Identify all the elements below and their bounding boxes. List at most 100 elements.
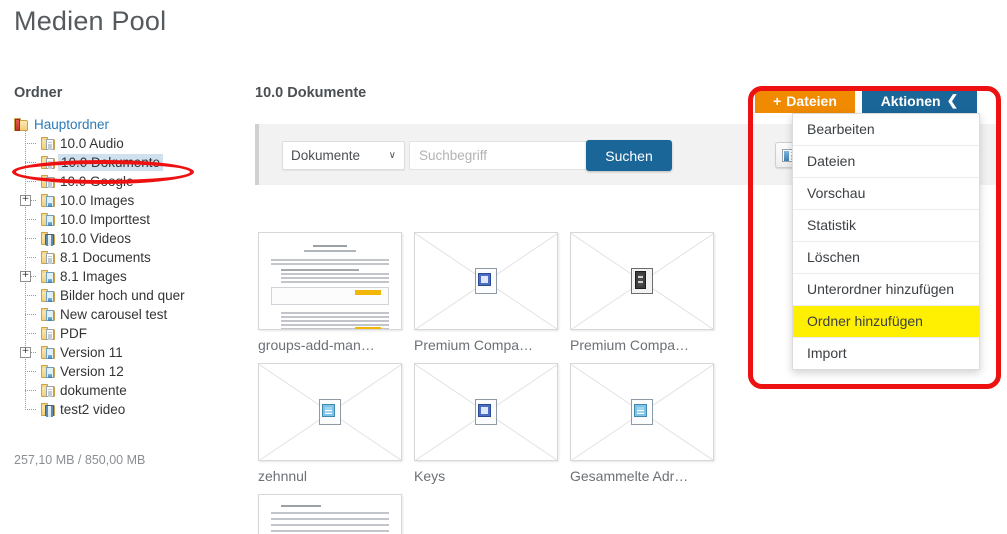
folder-image-icon	[41, 193, 56, 208]
tree-node-label: 8.1 Documents	[60, 250, 151, 265]
root-folder-icon	[14, 117, 29, 132]
tree-node-root[interactable]: Hauptordner	[14, 115, 249, 134]
tree-node-10-0-videos[interactable]: 10.0 Videos	[24, 229, 249, 248]
add-files-button[interactable]: + Dateien	[755, 88, 855, 113]
tree-node-10-0-images[interactable]: 10.0 Images	[20, 191, 249, 210]
menu-item-löschen[interactable]: Löschen	[793, 242, 979, 274]
tree-node-10-0-dokumente[interactable]: 10.0 Dokumente	[24, 153, 249, 172]
menu-item-vorschau[interactable]: Vorschau	[793, 178, 979, 210]
file-thumbnail[interactable]	[414, 363, 558, 461]
menu-item-ordner-hinzufügen[interactable]: Ordner hinzufügen	[793, 306, 979, 338]
file-tile[interactable]: zehnnul	[258, 363, 402, 484]
search-category-value: Dokumente	[291, 148, 361, 163]
tree-root-label: Hauptordner	[34, 117, 110, 132]
tree-node-8-1-documents[interactable]: 8.1 Documents	[24, 248, 249, 267]
tree-node-version-11[interactable]: Version 11	[20, 343, 249, 362]
storage-quota-label: 257,10 MB / 850,00 MB	[14, 453, 146, 467]
folder-doc-icon	[41, 326, 56, 341]
tree-node-label: 10.0 Images	[60, 193, 135, 208]
folder-doc-icon	[41, 250, 56, 265]
document-preview	[263, 237, 397, 329]
expand-icon[interactable]	[20, 271, 31, 282]
search-button[interactable]: Suchen	[586, 140, 672, 171]
tree-node-label: Version 12	[60, 364, 124, 379]
chevron-down-icon: ❮	[946, 92, 959, 108]
file-tile[interactable]: Keys	[414, 363, 558, 484]
file-tile[interactable]: Premium Compa…	[414, 232, 558, 353]
file-thumbnail[interactable]	[414, 232, 558, 330]
folder-image-icon	[41, 212, 56, 227]
file-label: zehnnul	[258, 468, 308, 484]
menu-item-dateien[interactable]: Dateien	[793, 146, 979, 178]
tree-node-pdf[interactable]: PDF	[24, 324, 249, 343]
tree-node-10-0-audio[interactable]: 10.0 Audio	[24, 134, 249, 153]
tree-node-label: 8.1 Images	[60, 269, 127, 284]
file-label: Gesammelte Adr…	[570, 468, 689, 484]
folder-video-icon	[41, 402, 56, 417]
search-input[interactable]	[409, 141, 589, 170]
file-label: Premium Compa…	[414, 337, 534, 353]
page-title: Medien Pool	[14, 6, 167, 36]
menu-item-statistik[interactable]: Statistik	[793, 210, 979, 242]
tree-node-version-12[interactable]: Version 12	[24, 362, 249, 381]
folder-tree: Hauptordner 10.0 Audio 10.0 Dokumente 10.0…	[14, 115, 249, 419]
file-tile[interactable]: Gesammelte Adr…	[570, 363, 714, 484]
sidebar-heading: Ordner	[14, 85, 63, 101]
tree-node-label: 10.0 Audio	[60, 136, 124, 151]
tree-node-test2-video[interactable]: test2 video	[24, 400, 249, 419]
document-preview	[263, 499, 397, 534]
folder-image-icon	[41, 288, 56, 303]
file-label: Premium Compa…	[570, 337, 690, 353]
tree-node-label: 10.0 Dokumente	[58, 154, 164, 171]
folder-doc-icon	[41, 155, 56, 170]
tree-node-new-carousel-test[interactable]: New carousel test	[24, 305, 249, 324]
file-thumbnail[interactable]	[570, 363, 714, 461]
file-grid: groups-add-man… Premium Compa… Premium Com…	[258, 232, 738, 534]
tree-node-10-0-google[interactable]: 10.0 Google	[24, 172, 249, 191]
file-label: Keys	[414, 468, 446, 484]
expand-icon[interactable]	[20, 347, 31, 358]
actions-dropdown-menu: Bearbeiten Dateien Vorschau Statistik Lösche…	[792, 113, 980, 370]
plus-icon: +	[773, 92, 782, 109]
tree-node-label: 10.0 Videos	[60, 231, 132, 246]
word-file-icon	[475, 268, 497, 294]
tree-node-label: Version 11	[60, 345, 123, 360]
file-thumbnail[interactable]	[570, 232, 714, 330]
file-thumbnail[interactable]	[258, 363, 402, 461]
file-label: groups-add-man…	[258, 337, 375, 353]
tree-node-label: dokumente	[60, 383, 127, 398]
word-file-icon	[475, 399, 497, 425]
expand-icon[interactable]	[20, 195, 31, 206]
archive-file-icon	[631, 268, 653, 294]
actions-label: Aktionen	[880, 92, 941, 109]
tree-node-8-1-images[interactable]: 8.1 Images	[20, 267, 249, 286]
search-category-select[interactable]: Dokumente ∨	[282, 141, 405, 170]
excel-file-icon	[631, 399, 653, 425]
tree-node-label: 10.0 Importtest	[60, 212, 151, 227]
tree-node-label: New carousel test	[60, 307, 168, 322]
menu-item-bearbeiten[interactable]: Bearbeiten	[793, 114, 979, 146]
tree-node-label: test2 video	[60, 402, 126, 417]
folder-image-icon	[41, 307, 56, 322]
folder-doc-icon	[41, 174, 56, 189]
menu-item-import[interactable]: Import	[793, 338, 979, 369]
tree-node-label: Bilder hoch und quer	[60, 288, 185, 303]
file-tile[interactable]: groups-add-man…	[258, 232, 402, 353]
file-thumbnail[interactable]	[258, 232, 402, 330]
folder-sidebar: Ordner Hauptordner 10.0 Audio 10.0 Dokume…	[14, 85, 249, 419]
folder-image-icon	[41, 269, 56, 284]
add-files-label: Dateien	[786, 92, 837, 109]
folder-image-icon	[41, 345, 56, 360]
file-tile[interactable]: Berechtigungen u…	[258, 494, 402, 534]
tree-node-bilder-hoch-und-quer[interactable]: Bilder hoch und quer	[24, 286, 249, 305]
folder-doc-icon	[41, 136, 56, 151]
tree-node-dokumente[interactable]: dokumente	[24, 381, 249, 400]
excel-file-icon	[319, 399, 341, 425]
actions-button[interactable]: Aktionen ❮	[862, 88, 977, 113]
tree-node-label: PDF	[60, 326, 87, 341]
file-tile[interactable]: Premium Compa…	[570, 232, 714, 353]
file-thumbnail[interactable]	[258, 494, 402, 534]
menu-item-unterordner-hinzufügen[interactable]: Unterordner hinzufügen	[793, 274, 979, 306]
tree-node-10-0-importtest[interactable]: 10.0 Importtest	[24, 210, 249, 229]
tree-children: 10.0 Audio 10.0 Dokumente 10.0 Google 10.0 …	[20, 131, 249, 419]
